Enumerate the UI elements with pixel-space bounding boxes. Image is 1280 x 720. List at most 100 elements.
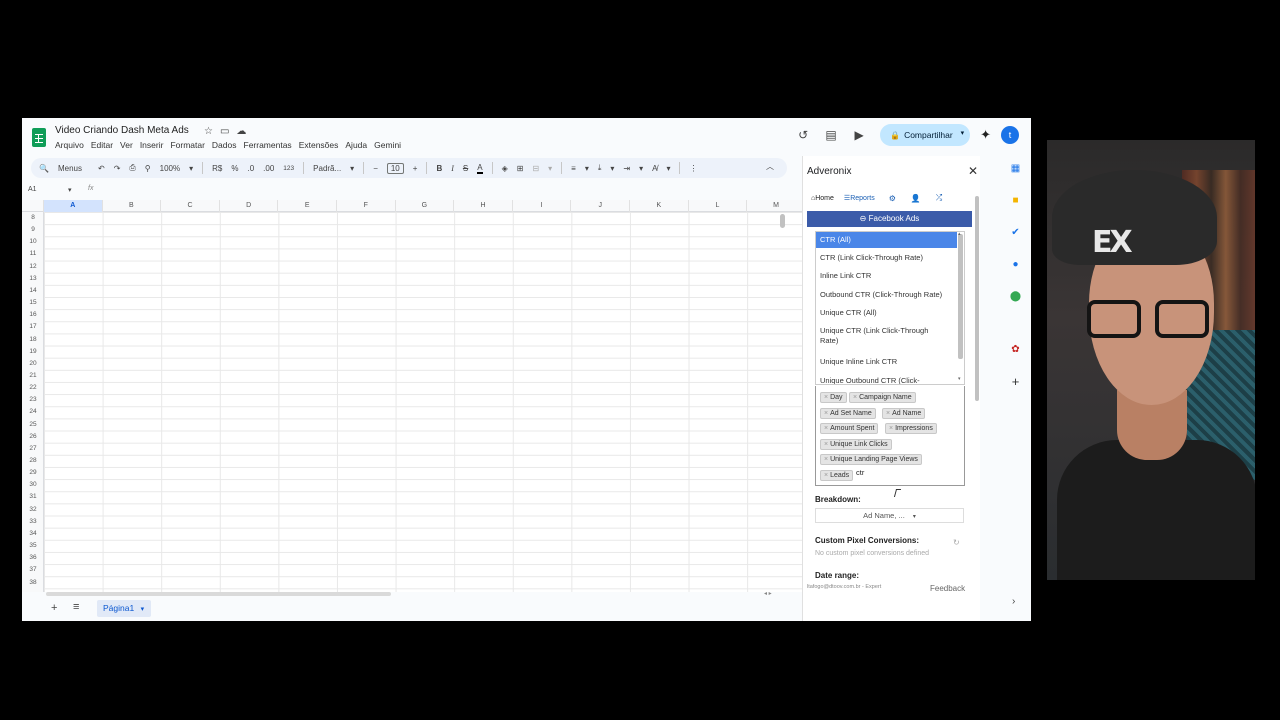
gear-icon[interactable]: ⚙	[889, 194, 896, 203]
dropdown-option[interactable]: Unique Inline Link CTR	[816, 357, 957, 367]
menu-formatar[interactable]: Formatar	[170, 140, 204, 150]
row-header[interactable]: 27	[22, 443, 44, 455]
remove-tag-icon[interactable]: ×	[889, 425, 893, 432]
chevron-up-icon[interactable]: ▴	[958, 232, 961, 237]
menu-extensoes[interactable]: Extensões	[299, 140, 339, 150]
column-header[interactable]: L	[689, 200, 748, 212]
font-size-decrease[interactable]: −	[373, 164, 378, 173]
dropdown-option[interactable]: CTR (Link Click-Through Rate)	[816, 253, 957, 263]
fill-color-icon[interactable]: ◈	[502, 164, 508, 173]
font-select[interactable]: Padrã...	[313, 164, 341, 173]
share-button[interactable]: 🔒 Compartilhar ▾	[880, 124, 971, 146]
chevron-down-icon[interactable]: ▾	[585, 164, 589, 173]
row-header[interactable]: 14	[22, 285, 44, 297]
contacts-icon[interactable]: ●	[1009, 258, 1022, 271]
facebook-ads-connector[interactable]: ⊖ Facebook Ads	[807, 211, 972, 227]
history-icon[interactable]: ↺	[796, 128, 810, 142]
row-header[interactable]: 15	[22, 297, 44, 309]
bold-button[interactable]: B	[436, 164, 442, 173]
remove-tag-icon[interactable]: ×	[853, 394, 857, 401]
selected-fields-box[interactable]: × Day × Campaign Name × Ad Set Name × Ad Nam…	[815, 386, 965, 486]
menu-ajuda[interactable]: Ajuda	[345, 140, 367, 150]
star-icon[interactable]: ☆	[204, 126, 213, 137]
column-header[interactable]: C	[161, 200, 220, 212]
document-title[interactable]: Video Criando Dash Meta Ads	[55, 125, 189, 136]
nav-home[interactable]: ⌂Home	[811, 195, 834, 202]
chevron-down-icon[interactable]: ▾	[548, 164, 552, 173]
row-header[interactable]: 37	[22, 564, 44, 576]
menu-ver[interactable]: Ver	[120, 140, 133, 150]
text-wrap-icon[interactable]: ⇥	[623, 164, 630, 173]
row-header[interactable]: 24	[22, 406, 44, 418]
row-header[interactable]: 16	[22, 309, 44, 321]
remove-tag-icon[interactable]: ×	[824, 441, 828, 448]
row-header[interactable]: 20	[22, 358, 44, 370]
feedback-link[interactable]: Feedback	[930, 584, 965, 593]
text-rotation-icon[interactable]: A̸	[652, 164, 657, 173]
breakdown-select[interactable]: Ad Name, ... ▾	[815, 508, 964, 523]
meet-icon[interactable]: ▶	[852, 128, 866, 142]
column-header[interactable]: D	[220, 200, 279, 212]
sheet-tab-pagina1[interactable]: Página1 ▾	[97, 600, 151, 617]
chevron-down-icon[interactable]: ▾	[610, 164, 614, 173]
dropdown-option[interactable]: CTR (All)	[816, 232, 957, 248]
field-tag[interactable]: × Campaign Name	[849, 392, 916, 403]
sheets-logo-icon[interactable]	[32, 128, 46, 147]
move-folder-icon[interactable]: ▭	[220, 126, 229, 137]
field-search-input[interactable]: ctr	[856, 468, 864, 477]
column-header[interactable]: G	[396, 200, 455, 212]
calendar-icon[interactable]: ▦	[1009, 162, 1022, 175]
user-icon[interactable]: 👤	[911, 194, 921, 203]
row-header[interactable]: 10	[22, 236, 44, 248]
gemini-icon[interactable]: ✦	[980, 127, 991, 143]
chevron-down-icon[interactable]: ▾	[961, 129, 965, 137]
paint-format-icon[interactable]: ⚲	[145, 164, 151, 173]
comments-icon[interactable]: ▤	[824, 128, 838, 142]
chevron-down-icon[interactable]: ▾	[189, 164, 193, 173]
menu-editar[interactable]: Editar	[91, 140, 113, 150]
column-header[interactable]: B	[103, 200, 162, 212]
field-tag[interactable]: × Leads	[820, 470, 854, 481]
row-header[interactable]: 26	[22, 431, 44, 443]
row-header[interactable]: 29	[22, 467, 44, 479]
column-header[interactable]: J	[571, 200, 630, 212]
close-icon[interactable]: ✕	[968, 164, 978, 178]
row-header[interactable]: 33	[22, 516, 44, 528]
chevron-down-icon[interactable]: ▾	[666, 164, 670, 173]
more-options-icon[interactable]: ⋮	[689, 164, 697, 173]
menu-ferramentas[interactable]: Ferramentas	[244, 140, 292, 150]
print-icon[interactable]: ⎙	[129, 163, 135, 173]
undo-icon[interactable]: ↶	[98, 164, 105, 173]
row-header[interactable]: 23	[22, 394, 44, 406]
remove-tag-icon[interactable]: ×	[824, 472, 828, 479]
chevron-down-icon[interactable]: ▾	[68, 186, 72, 194]
field-tag[interactable]: × Ad Name	[882, 408, 926, 419]
row-header[interactable]: 9	[22, 224, 44, 236]
field-tag[interactable]: × Ad Set Name	[820, 408, 876, 419]
merge-cells-icon[interactable]: ⊟	[532, 164, 539, 173]
cloud-status-icon[interactable]: ☁	[236, 126, 246, 137]
avatar[interactable]: t	[1001, 126, 1019, 144]
menu-dados[interactable]: Dados	[212, 140, 237, 150]
keep-icon[interactable]: ■	[1009, 194, 1022, 207]
all-sheets-icon[interactable]: ≡	[73, 601, 79, 613]
dropdown-option[interactable]: Unique CTR (All)	[816, 308, 957, 318]
chevron-down-icon[interactable]: ▾	[958, 376, 961, 382]
borders-icon[interactable]: ⊞	[517, 164, 524, 173]
field-tag[interactable]: × Unique Link Clicks	[820, 439, 892, 450]
row-header[interactable]: 21	[22, 370, 44, 382]
nav-reports[interactable]: ☰Reports	[844, 194, 875, 202]
field-tag[interactable]: × Unique Landing Page Views	[820, 454, 922, 465]
number-format[interactable]: 123	[283, 165, 294, 172]
column-header[interactable]: K	[630, 200, 689, 212]
vertical-align-icon[interactable]: ⤓	[598, 163, 602, 173]
zoom-select[interactable]: 100%	[160, 164, 180, 173]
field-tag[interactable]: × Amount Spent	[820, 423, 879, 434]
chevron-down-icon[interactable]: ▾	[141, 606, 145, 613]
column-header[interactable]: A	[44, 200, 103, 212]
vertical-scrollbar[interactable]	[780, 214, 785, 228]
horizontal-scrollbar[interactable]	[46, 592, 391, 596]
row-header[interactable]: 31	[22, 491, 44, 503]
maps-icon[interactable]: ⬤	[1009, 290, 1022, 303]
search-icon[interactable]: 🔍	[39, 164, 49, 173]
